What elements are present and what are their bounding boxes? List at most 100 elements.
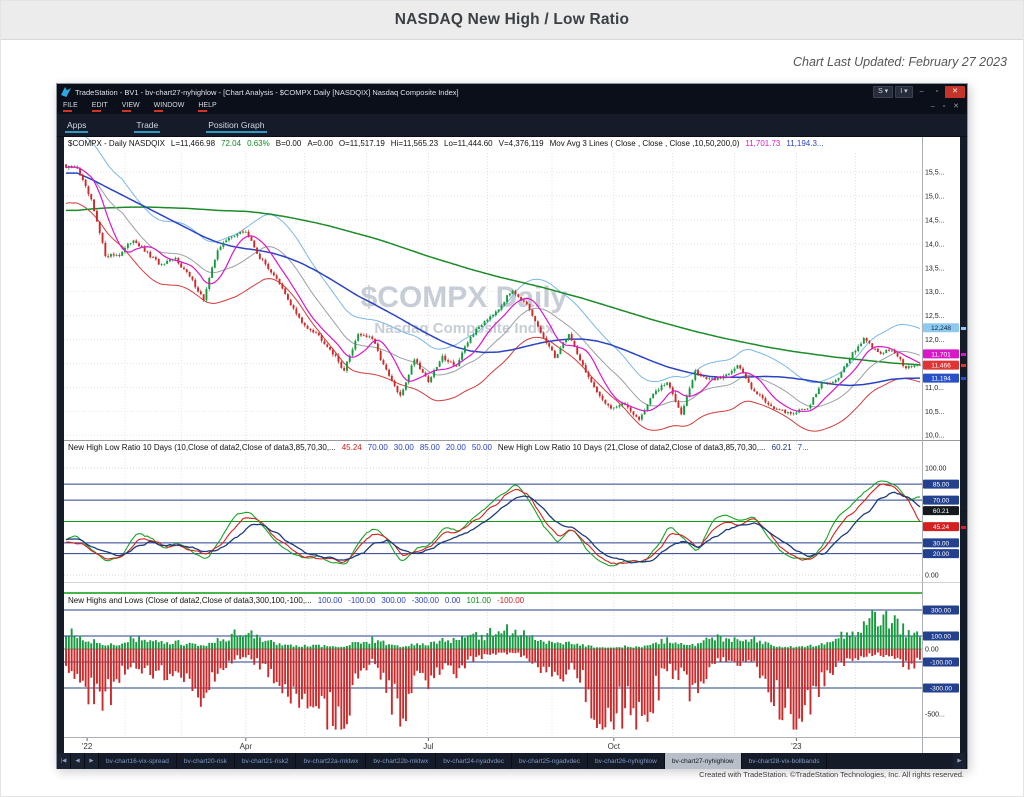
text-segment: Hi=11,565.23 (391, 139, 438, 148)
text-segment: 0.00 (445, 596, 461, 605)
svg-text:-300.00: -300.00 (930, 685, 952, 692)
text-segment: 300.00 (381, 596, 405, 605)
toolbar-trade[interactable]: Trade (134, 118, 160, 133)
menu-bar: – ▫ ✕ FILE EDIT VIEW WINDOW HELP (57, 100, 967, 114)
scrollbar-price-marker (961, 364, 966, 367)
menu-edit[interactable]: EDIT (92, 100, 108, 112)
workspace-tab[interactable]: bv-chart26-nyhighlow (588, 753, 665, 769)
text-segment: V=4,376,119 (499, 139, 544, 148)
svg-text:'22: '22 (82, 742, 93, 751)
svg-text:-100.00: -100.00 (930, 659, 952, 666)
style-dropdown-button[interactable]: S ▾ (873, 86, 893, 98)
window-title: TradeStation - BV1 - bv-chart27-nyhighlo… (75, 88, 869, 97)
text-segment: 101.00 (467, 596, 491, 605)
menu-accent-bar (154, 110, 163, 112)
text-segment: -100.00 (348, 596, 375, 605)
mdi-window-buttons[interactable]: – ▫ ✕ (931, 102, 962, 110)
text-segment: B=0.00 (276, 139, 302, 148)
tab-scroll-left-1[interactable]: ◀ (71, 753, 85, 769)
workspace-tab[interactable]: bv-chart27-nyhighlow (665, 753, 742, 769)
text-segment: 30.00 (394, 443, 414, 452)
workspace-tab[interactable]: bv-chart28-vix-bollbands (742, 753, 828, 769)
indicator-ratio-header: New High Low Ratio 10 Days (10,Close of … (68, 443, 920, 452)
window-titlebar[interactable]: TradeStation - BV1 - bv-chart27-nyhighlo… (57, 84, 967, 100)
toolbar: Apps Trade Position Graph (57, 114, 967, 137)
svg-text:13,5...: 13,5... (925, 265, 945, 272)
svg-text:0.00: 0.00 (925, 573, 939, 580)
menu-label: WINDOW (154, 102, 185, 109)
indicator-dropdown-button[interactable]: I ▾ (895, 86, 912, 98)
menu-accent-bar (92, 110, 101, 112)
menu-file[interactable]: FILE (63, 100, 78, 112)
page-root: NASDAQ New High / Low Ratio Chart Last U… (0, 0, 1024, 797)
svg-text:85.00: 85.00 (933, 481, 950, 488)
text-segment: $COMPX - Daily NASDQIX (68, 139, 165, 148)
tabbar-filler (827, 753, 953, 769)
svg-text:'23: '23 (791, 742, 802, 751)
workspace-tab[interactable]: bv-chart16-vix-spread (99, 753, 177, 769)
scrollbar-price-marker (961, 526, 966, 529)
symbol-info-line: $COMPX - Daily NASDQIXL=11,466.9872.040.… (68, 139, 920, 148)
text-segment: 50.00 (472, 443, 492, 452)
text-segment: -300.00 (412, 596, 439, 605)
workspace-tab[interactable]: bv-chart21-risk2 (235, 753, 297, 769)
text-segment: Mov Avg 3 Lines ( Close , Close , Close … (550, 139, 740, 148)
tradestation-logo-icon (61, 87, 71, 97)
svg-text:11,194: 11,194 (931, 376, 951, 383)
svg-text:13,0...: 13,0... (925, 289, 945, 296)
menu-accent-bar (122, 110, 131, 112)
menu-help[interactable]: HELP (198, 100, 216, 112)
svg-text:14,5...: 14,5... (925, 218, 945, 225)
minimize-button[interactable]: – (915, 86, 929, 98)
svg-text:11,701: 11,701 (931, 351, 951, 358)
workspace-tab[interactable]: bv-chart20-risk (177, 753, 235, 769)
menu-window[interactable]: WINDOW (154, 100, 185, 112)
menu-label: FILE (63, 102, 78, 109)
text-segment: L=11,466.98 (171, 139, 215, 148)
svg-text:60.21: 60.21 (933, 508, 950, 515)
svg-text:11,466: 11,466 (931, 363, 951, 370)
tab-scroll-left-2[interactable]: ▶ (85, 753, 99, 769)
tab-scroll-right-0[interactable]: ▶ (953, 753, 967, 769)
menu-accent-bar (198, 110, 207, 112)
toolbar-position-graph[interactable]: Position Graph (206, 118, 266, 133)
svg-text:70.00: 70.00 (933, 498, 950, 505)
svg-text:10,5...: 10,5... (925, 409, 945, 416)
maximize-button[interactable]: ▫ (931, 86, 943, 98)
text-segment: -100.00 (497, 596, 524, 605)
workspace-tab[interactable]: bv-chart24-nyadvdec (436, 753, 512, 769)
text-segment: 7... (798, 443, 809, 452)
workspace-tab[interactable]: bv-chart22b-mktwx (366, 753, 436, 769)
svg-text:12,248: 12,248 (931, 325, 951, 332)
svg-text:100.00: 100.00 (925, 466, 947, 473)
svg-text:100.00: 100.00 (931, 633, 951, 640)
svg-text:30.00: 30.00 (933, 540, 950, 547)
toolbar-apps[interactable]: Apps (65, 118, 88, 133)
tab-scroll-left-0[interactable]: |◀ (57, 753, 71, 769)
menu-label: EDIT (92, 102, 108, 109)
window-left-frame (57, 137, 64, 753)
text-segment: O=11,517.19 (339, 139, 385, 148)
text-segment: 100.00 (318, 596, 342, 605)
workspace-tab[interactable]: bv-chart25-ngadvdec (512, 753, 588, 769)
svg-text:300.00: 300.00 (931, 607, 951, 614)
scrollbar-price-marker (961, 510, 966, 513)
svg-text:15,0...: 15,0... (925, 194, 945, 201)
close-button[interactable]: ✕ (945, 86, 965, 98)
menu-view[interactable]: VIEW (122, 100, 140, 112)
text-segment: New High Low Ratio 10 Days (10,Close of … (68, 443, 336, 452)
workspace-tab[interactable]: bv-chart22a-mktwx (296, 753, 366, 769)
window-right-frame[interactable] (960, 137, 967, 753)
svg-text:11,0...: 11,0... (925, 385, 944, 392)
text-segment: 60.21 (772, 443, 792, 452)
chart-area[interactable]: $COMPX - Daily NASDQIXL=11,466.9872.040.… (64, 137, 960, 753)
svg-text:15,5...: 15,5... (925, 170, 945, 177)
svg-text:45.24: 45.24 (933, 524, 950, 531)
svg-text:Apr: Apr (240, 742, 253, 751)
text-segment: Lo=11,444.60 (444, 139, 493, 148)
text-segment: 45.24 (342, 443, 362, 452)
credit-line: Created with TradeStation. ©TradeStation… (699, 770, 964, 779)
workspace-tabbar: |◀◀▶bv-chart16-vix-spreadbv-chart20-risk… (57, 753, 967, 769)
text-segment: 0.63% (247, 139, 270, 148)
menu-label: HELP (198, 102, 216, 109)
